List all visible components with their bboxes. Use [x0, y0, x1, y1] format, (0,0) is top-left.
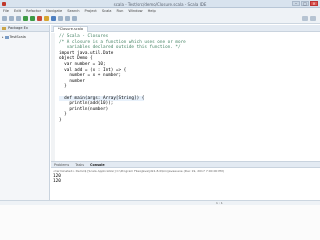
package-explorer: Package Ex ▸ TestScala [0, 25, 50, 200]
code-line-current: def main(args: Array[String]) { [59, 95, 145, 101]
debug-icon[interactable] [23, 16, 28, 21]
minimize-button[interactable]: – [292, 1, 300, 6]
toolbar [0, 14, 320, 24]
run-icon[interactable] [30, 16, 35, 21]
code-editor[interactable]: *Closure.scala // Scala - Closures /* A … [51, 25, 320, 161]
code-line: } [59, 84, 67, 90]
project-label: TestScala [9, 35, 26, 39]
code-line: // Scala - Closures [59, 34, 109, 39]
project-icon [4, 35, 9, 39]
empty-area [0, 205, 320, 240]
title-bar: scala - Test/src/demo/Closure.scala - Sc… [0, 0, 320, 8]
quick-access-icon[interactable] [302, 16, 308, 21]
tab-tasks[interactable]: Tasks [75, 162, 84, 167]
code-line: println(number) [59, 106, 109, 112]
code-line: number = x + number; [59, 73, 122, 79]
editor-tab[interactable]: *Closure.scala [53, 26, 88, 32]
code-line: number [59, 78, 85, 84]
maximize-button[interactable]: □ [301, 1, 309, 6]
print-icon[interactable] [16, 16, 21, 21]
package-icon [2, 26, 6, 30]
tree-item-project[interactable]: ▸ TestScala [0, 32, 49, 39]
console-output-line: 120 [53, 179, 61, 185]
editor-tab-bar: *Closure.scala [51, 25, 320, 32]
package-explorer-title: Package Ex [8, 26, 28, 30]
ide-window: scala - Test/src/demo/Closure.scala - Sc… [0, 0, 320, 240]
window-title: scala - Test/src/demo/Closure.scala - Sc… [113, 2, 207, 7]
expand-arrow-icon[interactable]: ▸ [2, 35, 4, 39]
tab-console[interactable]: Console [90, 162, 105, 167]
back-icon[interactable] [65, 16, 70, 21]
perspective-icon[interactable] [310, 16, 316, 21]
new-icon[interactable] [2, 16, 7, 21]
code-line: val add = (x : Int) => { [59, 67, 127, 73]
tab-problems[interactable]: Problems [54, 162, 69, 167]
code-line: } [59, 112, 67, 118]
console-panel: Problems Tasks Console <terminated> Demo… [51, 161, 320, 200]
open-type-icon[interactable] [51, 16, 56, 21]
source-code[interactable]: // Scala - Closures /* A closure is a fu… [59, 34, 186, 124]
save-icon[interactable] [9, 16, 14, 21]
close-button[interactable]: × [310, 1, 318, 6]
code-line: var number = 10; [59, 61, 106, 67]
forward-icon[interactable] [72, 16, 77, 21]
code-line: variables declared outside this function… [59, 45, 181, 51]
code-line: println(add(10)); [59, 101, 114, 107]
new-class-icon[interactable] [44, 16, 49, 21]
stop-icon[interactable] [37, 16, 42, 21]
package-explorer-header: Package Ex [0, 25, 49, 32]
window-controls: – □ × [292, 1, 318, 6]
code-line: object Demo { [59, 56, 93, 62]
code-line: } [59, 117, 62, 123]
search-icon[interactable] [58, 16, 63, 21]
code-line: /* A closure is a function which uses on… [59, 39, 186, 45]
editor-gutter [51, 33, 55, 161]
